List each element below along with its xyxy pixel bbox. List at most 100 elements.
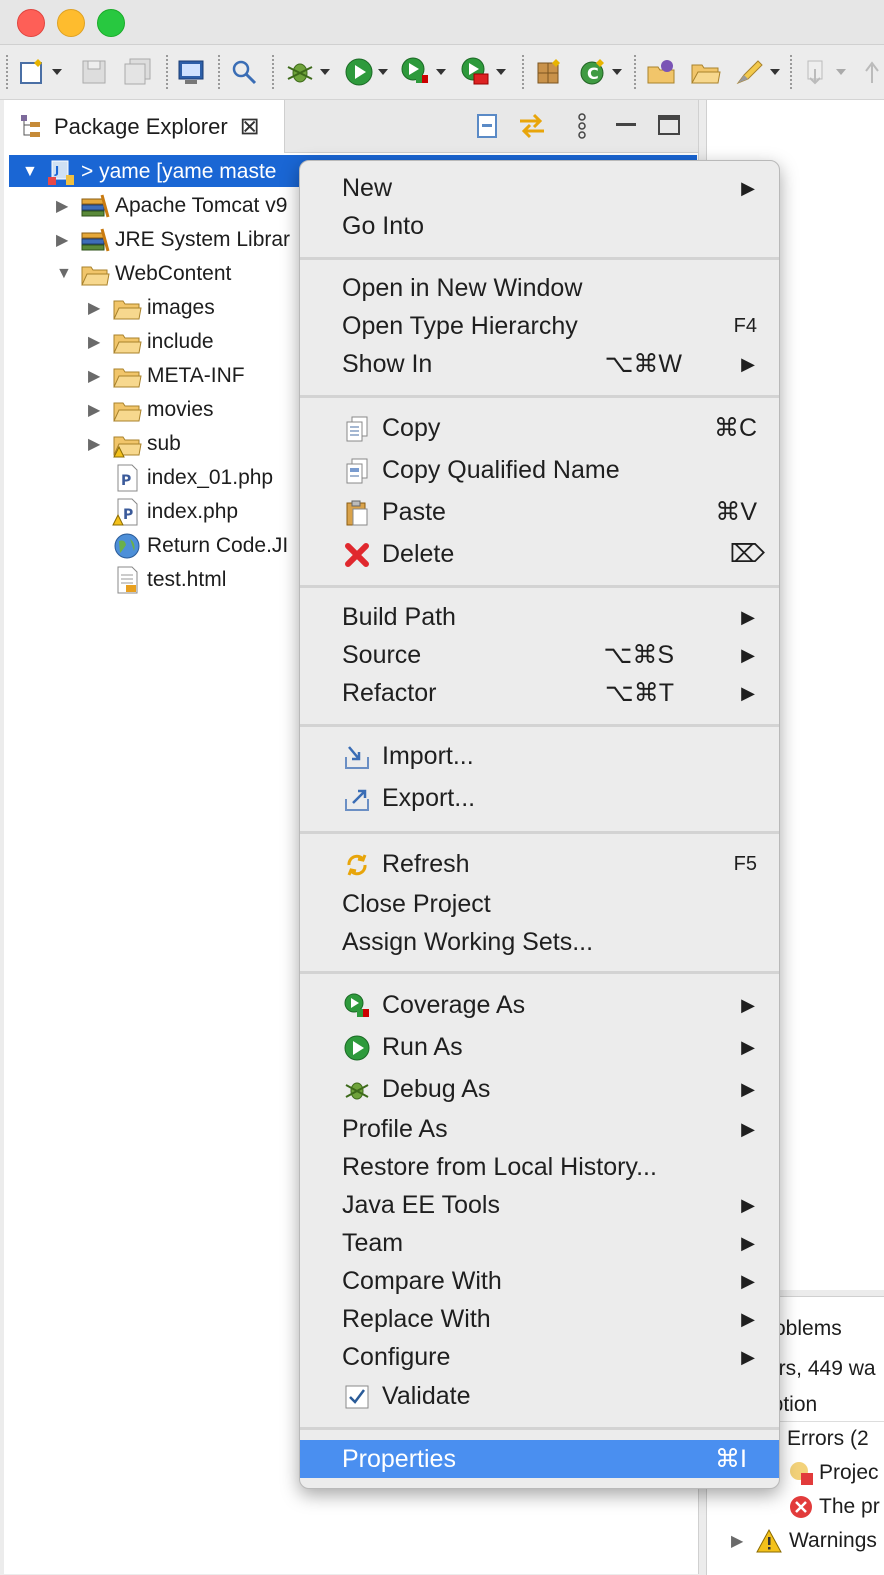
- tree-item-jre-library[interactable]: ▶ JRE System Librar: [56, 223, 290, 257]
- tree-item-meta-inf[interactable]: ▶ META-INF: [88, 359, 245, 393]
- menu-item-build-path[interactable]: Build Path ▶: [300, 598, 779, 636]
- expand-toggle-icon[interactable]: ▶: [88, 332, 112, 352]
- tree-item-index-php[interactable]: P index.php: [112, 495, 238, 529]
- menu-item-new[interactable]: New ▶: [300, 169, 779, 207]
- tree-item-images[interactable]: ▶ images: [88, 291, 215, 325]
- tree-item-return-code[interactable]: Return Code.JI: [112, 529, 288, 563]
- menu-item-replace-with[interactable]: Replace With ▶: [300, 1300, 779, 1338]
- menu-item-label: Go Into: [342, 211, 424, 240]
- tree-item-label: images: [147, 296, 215, 319]
- menu-separator: [300, 971, 779, 974]
- error-icon: [790, 1496, 812, 1518]
- coverage-button[interactable]: [400, 55, 446, 89]
- problem-item[interactable]: Projec: [787, 1457, 879, 1489]
- close-window-button[interactable]: [17, 9, 45, 37]
- menu-item-validate[interactable]: Validate: [300, 1377, 779, 1415]
- problems-column-header[interactable]: iption: [767, 1389, 884, 1422]
- menu-item-restore-from-local-history[interactable]: Restore from Local History...: [300, 1148, 779, 1186]
- svg-text:C: C: [587, 64, 599, 83]
- expand-toggle-icon[interactable]: ▶: [88, 298, 112, 318]
- tree-item-index-01-php[interactable]: P index_01.php: [112, 461, 273, 495]
- menu-item-assign-working-sets[interactable]: Assign Working Sets...: [300, 923, 779, 961]
- menu-item-copy[interactable]: Copy ⌘C: [300, 409, 779, 447]
- menu-item-export[interactable]: Export...: [300, 779, 779, 817]
- view-menu-button[interactable]: [574, 110, 590, 142]
- mark-occurrences-button[interactable]: [734, 55, 780, 89]
- expand-toggle-icon[interactable]: ▶: [88, 400, 112, 420]
- tree-item-include[interactable]: ▶ include: [88, 325, 214, 359]
- link-with-editor-icon: [520, 113, 544, 139]
- menu-item-run-as[interactable]: Run As ▶: [300, 1028, 779, 1066]
- menu-item-go-into[interactable]: Go Into: [300, 207, 779, 245]
- menu-item-properties[interactable]: Properties ⌘I: [300, 1440, 779, 1478]
- menu-item-open-in-new-window[interactable]: Open in New Window: [300, 269, 779, 307]
- menu-shortcut: F5: [733, 852, 757, 875]
- maximize-view-button[interactable]: [656, 110, 682, 142]
- new-class-button[interactable]: C: [578, 55, 622, 89]
- menu-item-configure[interactable]: Configure ▶: [300, 1338, 779, 1376]
- expand-toggle-icon[interactable]: ▶: [88, 434, 112, 454]
- menu-item-delete[interactable]: Delete ⌦: [300, 535, 779, 573]
- link-with-editor-button[interactable]: [516, 110, 548, 142]
- expand-toggle-icon[interactable]: ▶: [88, 366, 112, 386]
- open-project-button[interactable]: [646, 55, 678, 89]
- menu-item-refactor[interactable]: Refactor ⌥⌘T ▶: [300, 674, 779, 712]
- problems-errors-group[interactable]: Errors (2: [787, 1423, 869, 1455]
- menu-item-team[interactable]: Team ▶: [300, 1224, 779, 1262]
- previous-annotation-button[interactable]: [860, 55, 884, 89]
- menu-item-profile-as[interactable]: Profile As ▶: [300, 1110, 779, 1148]
- problem-item[interactable]: The pr: [787, 1491, 880, 1523]
- open-console-button[interactable]: [176, 55, 206, 89]
- expand-toggle-icon[interactable]: ▼: [22, 163, 46, 181]
- view-tab-bar: Package Explorer ⊠: [4, 100, 698, 153]
- run-external-tool-button[interactable]: [460, 55, 506, 89]
- menu-item-open-type-hierarchy[interactable]: Open Type Hierarchy F4: [300, 307, 779, 345]
- tree-item-test-html[interactable]: test.html: [112, 563, 226, 597]
- new-java-ee-button[interactable]: [534, 55, 564, 89]
- tree-item-sub[interactable]: ▶ sub: [88, 427, 181, 461]
- next-annotation-button[interactable]: [802, 55, 846, 89]
- menu-item-refresh[interactable]: Refresh F5: [300, 845, 779, 883]
- html-file-icon: [112, 565, 142, 595]
- tab-package-explorer[interactable]: Package Explorer ⊠: [4, 100, 285, 153]
- zoom-window-button[interactable]: [97, 9, 125, 37]
- menu-item-coverage-as[interactable]: Coverage As ▶: [300, 986, 779, 1024]
- menu-item-show-in[interactable]: Show In ⌥⌘W ▶: [300, 345, 779, 383]
- expand-toggle-icon[interactable]: ▶: [56, 196, 80, 216]
- menu-item-debug-as[interactable]: Debug As ▶: [300, 1070, 779, 1108]
- tree-item-movies[interactable]: ▶ movies: [88, 393, 214, 427]
- search-button[interactable]: [230, 55, 258, 89]
- menu-item-source[interactable]: Source ⌥⌘S ▶: [300, 636, 779, 674]
- menu-item-compare-with[interactable]: Compare With ▶: [300, 1262, 779, 1300]
- save-button[interactable]: [80, 55, 108, 89]
- expand-toggle-icon[interactable]: ▶: [56, 230, 80, 250]
- save-all-button[interactable]: [122, 55, 154, 89]
- run-button[interactable]: [344, 55, 388, 89]
- menu-separator: [300, 395, 779, 398]
- problems-warnings-group[interactable]: ▶ Warnings: [731, 1525, 877, 1557]
- expand-toggle-icon[interactable]: ▶: [731, 1531, 755, 1551]
- close-view-icon[interactable]: ⊠: [240, 112, 260, 141]
- menu-item-java-ee-tools[interactable]: Java EE Tools ▶: [300, 1186, 779, 1224]
- minimize-window-button[interactable]: [57, 9, 85, 37]
- menu-item-import[interactable]: Import...: [300, 737, 779, 775]
- menu-item-label: Copy: [382, 413, 441, 442]
- new-wizard-button[interactable]: [18, 55, 62, 89]
- collapse-all-button[interactable]: [474, 110, 504, 142]
- debug-button[interactable]: [284, 55, 330, 89]
- tree-item-label: include: [147, 330, 214, 353]
- menu-item-close-project[interactable]: Close Project: [300, 885, 779, 923]
- menu-separator: [300, 1427, 779, 1430]
- toolbar-separator: [522, 55, 524, 89]
- open-folder-button[interactable]: [690, 55, 722, 89]
- tree-item-webcontent[interactable]: ▼ WebContent: [56, 257, 231, 291]
- new-class-icon: C: [580, 59, 604, 85]
- expand-toggle-icon[interactable]: ▼: [56, 265, 80, 283]
- tree-item-apache-tomcat[interactable]: ▶ Apache Tomcat v9: [56, 189, 287, 223]
- menu-item-copy-qualified-name[interactable]: Copy Qualified Name: [300, 451, 779, 489]
- minimize-view-button[interactable]: [614, 110, 638, 142]
- tree-item-project[interactable]: ▼ J > yame [yame maste: [22, 155, 277, 189]
- menu-shortcut: ⌦: [729, 540, 765, 568]
- warnings-group-label: Warnings: [789, 1529, 877, 1552]
- menu-item-paste[interactable]: Paste ⌘V: [300, 493, 779, 531]
